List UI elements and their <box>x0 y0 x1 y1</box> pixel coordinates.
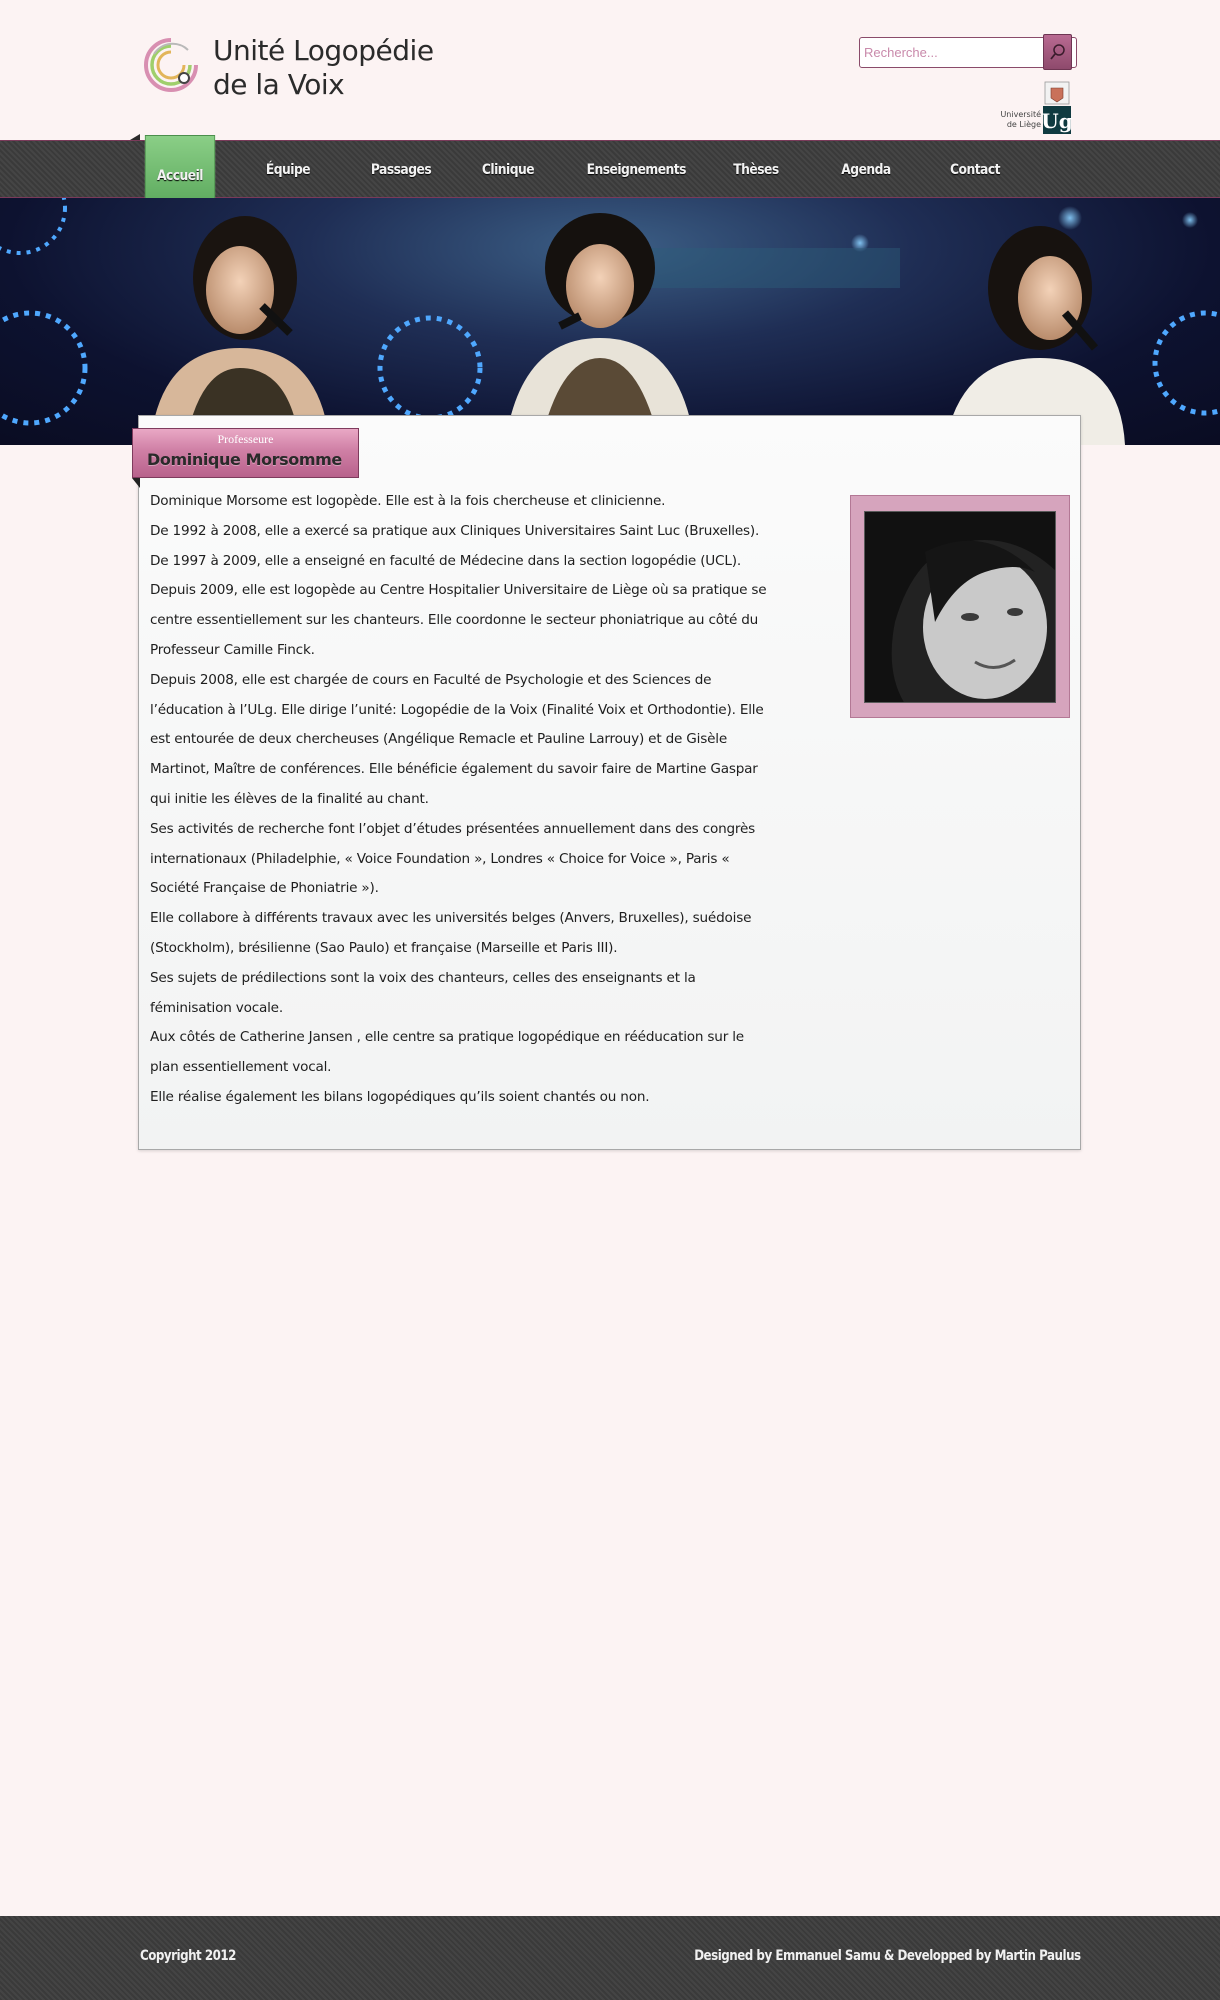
bio-line: féminisation vocale. <box>150 999 283 1016</box>
nav-item-clinique[interactable]: Clinique <box>471 141 545 199</box>
site-title-line2: de la Voix <box>213 68 345 101</box>
bio-line: (Stockholm), brésilienne (Sao Paulo) et … <box>150 939 618 956</box>
site-title[interactable]: Unité Logopédie de la Voix <box>213 34 434 102</box>
bio-line: qui initie les élèves de la finalité au … <box>150 790 429 807</box>
bio-line: Aux côtés de Catherine Jansen , elle cen… <box>150 1029 744 1046</box>
bio-line: plan essentiellement vocal. <box>150 1059 332 1076</box>
profile-photo <box>864 511 1056 703</box>
bio-line: Dominique Morsome est logopède. Elle est… <box>150 493 666 509</box>
profile-bio: Dominique Morsome est logopède. Elle est… <box>150 487 800 1113</box>
bio-line: Ses activités de recherche font l’objet … <box>150 820 756 837</box>
footer-credits: Designed by Emmanuel Samu & Developped b… <box>694 1948 1082 1964</box>
university-crest-icon: Ug <box>1041 81 1073 134</box>
bio-line: est entourée de deux chercheuses (Angéli… <box>150 731 727 748</box>
site-header: Unité Logopédie de la Voix Université de… <box>0 0 1220 140</box>
profile-photo-frame <box>850 495 1070 718</box>
bio-line: De 1992 à 2008, elle a exercé sa pratiqu… <box>150 522 760 539</box>
bio-line: Professeur Camille Finck. <box>150 641 315 658</box>
profile-name: Dominique Morsomme <box>147 450 342 469</box>
search-box <box>859 34 1077 70</box>
bio-line: Société Française de Phoniatrie »). <box>150 880 379 897</box>
university-mark: Ug <box>1041 109 1072 133</box>
bio-line: l’éducation à l’ULg. Elle dirige l’unité… <box>150 701 764 718</box>
search-button[interactable] <box>1043 34 1072 70</box>
nav-item-enseignements[interactable]: Enseignements <box>587 141 687 199</box>
bio-line: Elle réalise également les bilans logopé… <box>150 1088 650 1105</box>
bio-line: centre essentiellement sur les chanteurs… <box>150 612 759 629</box>
banner-image <box>0 198 1220 445</box>
search-icon <box>1050 44 1065 60</box>
nav-item-passages[interactable]: Passages <box>361 141 440 199</box>
profile-role: Professeure <box>217 432 274 446</box>
hero-banner <box>0 198 1220 445</box>
nav-item-accueil[interactable]: Accueil <box>144 135 216 205</box>
search-input[interactable] <box>864 41 1034 64</box>
nav-item-agenda[interactable]: Agenda <box>831 141 901 199</box>
university-name: Université de Liège <box>1000 110 1041 129</box>
bio-line: Martinot, Maître de conférences. Elle bé… <box>150 761 758 778</box>
bio-line: Depuis 2009, elle est logopède au Centre… <box>150 582 767 599</box>
nav-fold-shadow <box>130 134 140 140</box>
nav-item-theses[interactable]: Thèses <box>721 141 791 199</box>
site-title-line1: Unité Logopédie <box>213 34 434 67</box>
footer-copyright: Copyright 2012 <box>140 1948 236 1964</box>
nav-item-contact[interactable]: Contact <box>940 141 1010 199</box>
site-logo-icon[interactable] <box>140 34 202 96</box>
profile-title-ribbon: Professeure Dominique Morsomme <box>132 428 359 478</box>
main-navigation: Accueil Équipe Passages Clinique Enseign… <box>0 135 1220 205</box>
ribbon-fold-shadow <box>132 478 140 488</box>
portrait-image <box>865 512 1055 702</box>
university-logo[interactable]: Université de Liège Ug <box>993 80 1073 136</box>
site-footer: Copyright 2012 Designed by Emmanuel Samu… <box>0 1916 1220 2000</box>
bio-line: De 1997 à 2009, elle a enseigné en facul… <box>150 552 741 569</box>
bio-line: Ses sujets de prédilections sont la voix… <box>150 969 696 986</box>
bio-line: internationaux (Philadelphie, « Voice Fo… <box>150 850 730 867</box>
bio-line: Depuis 2008, elle est chargée de cours e… <box>150 671 712 688</box>
bio-line: Elle collabore à différents travaux avec… <box>150 910 752 927</box>
nav-item-equipe[interactable]: Équipe <box>253 141 323 199</box>
